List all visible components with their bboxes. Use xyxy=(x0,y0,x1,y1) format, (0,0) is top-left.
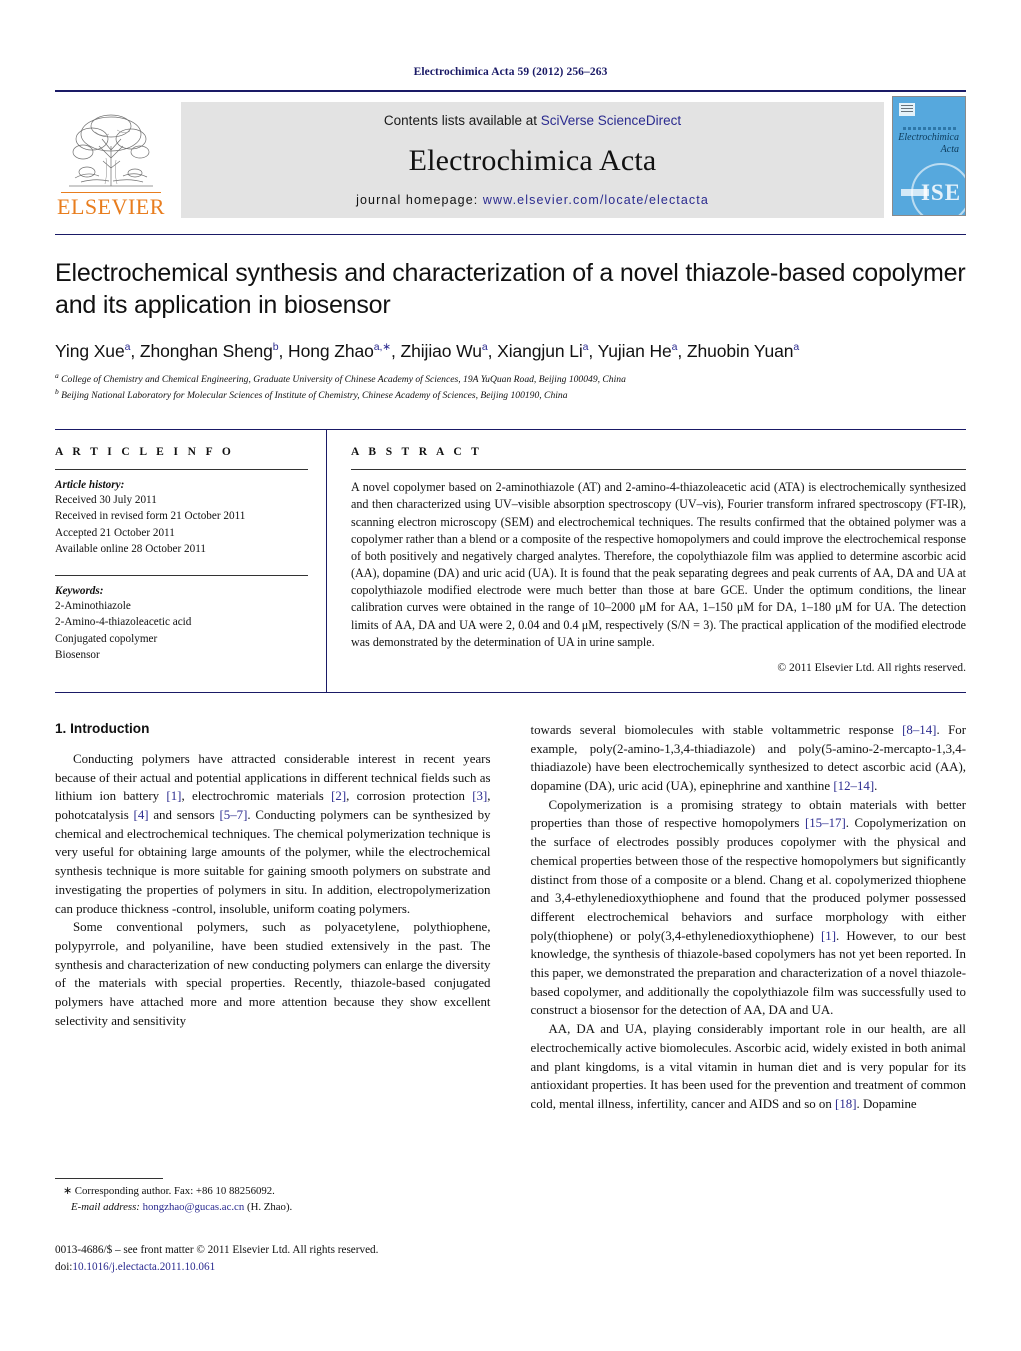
keyword-item: Conjugated copolymer xyxy=(55,632,158,645)
journal-cover-thumbnail: Electrochimica Acta ISE xyxy=(892,96,966,216)
author-name: Zhijiao Wu xyxy=(400,341,482,361)
citation-reference[interactable]: [2] xyxy=(331,789,346,803)
elsevier-tree-icon xyxy=(69,114,153,187)
cover-title: Electrochimica Acta xyxy=(893,132,959,155)
author-affiliation-marker: a xyxy=(124,341,131,354)
author-list: Ying Xuea, Zhonghan Shengb, Hong Zhaoa,∗… xyxy=(55,341,800,361)
body-left-column: 1. Introduction Conducting polymers have… xyxy=(55,721,491,1114)
footnote-rule xyxy=(55,1178,163,1179)
journal-article-page: Electrochimica Acta 59 (2012) 256–263 EL… xyxy=(0,0,1021,1351)
body-right-column: towards several biomolecules with stable… xyxy=(531,721,967,1114)
citation-reference[interactable]: [4] xyxy=(134,808,149,822)
section-title-introduction: 1. Introduction xyxy=(55,720,150,736)
footnote-block: ∗ Corresponding author. Fax: +86 10 8825… xyxy=(55,1178,475,1215)
imprint-block: 0013-4686/$ – see front matter © 2011 El… xyxy=(55,1242,515,1276)
body-columns: 1. Introduction Conducting polymers have… xyxy=(55,721,966,1114)
elsevier-wordmark: ELSEVIER xyxy=(57,194,165,219)
contents-lists-line: Contents lists available at SciVerse Sci… xyxy=(384,113,681,128)
doi-link[interactable]: 10.1016/j.electacta.2011.10.061 xyxy=(72,1261,215,1273)
affiliation-list: a College of Chemistry and Chemical Engi… xyxy=(55,371,966,403)
abstract-column: A B S T R A C T A novel copolymer based … xyxy=(327,430,966,692)
citation-reference[interactable]: [15–17] xyxy=(805,816,846,830)
article-info-rule xyxy=(55,469,308,471)
paragraph: AA, DA and UA, playing considerably impo… xyxy=(530,1022,967,1111)
doi-label: doi: xyxy=(55,1260,73,1273)
abstract-rule xyxy=(351,469,966,471)
author-affiliation-marker: a,∗ xyxy=(373,341,391,354)
abstract-copyright: © 2011 Elsevier Ltd. All rights reserved… xyxy=(777,660,966,674)
journal-homepage-label: journal homepage: xyxy=(356,193,483,207)
paragraph: Copolymerization is a promising strategy… xyxy=(530,797,967,1018)
citation-reference[interactable]: [18] xyxy=(835,1097,856,1111)
paragraph: towards several biomolecules with stable… xyxy=(530,722,967,794)
article-info-heading: A R T I C L E I N F O xyxy=(55,446,235,459)
journal-homepage-url[interactable]: www.elsevier.com/locate/electacta xyxy=(483,193,709,207)
corresponding-author-marker: ∗ xyxy=(63,1185,73,1197)
article-history-label: Article history: xyxy=(55,479,125,492)
keyword-item: Biosensor xyxy=(55,648,100,661)
author-name: Zhuobin Yuan xyxy=(686,341,794,361)
citation-reference[interactable]: [1] xyxy=(166,789,181,803)
article-history-list: Received 30 July 2011 Received in revise… xyxy=(55,492,308,557)
page-title: Electrochemical synthesis and characteri… xyxy=(55,259,966,319)
keyword-item: 2-Amino-4-thiazoleacetic acid xyxy=(55,616,192,629)
masthead-center-band: Contents lists available at SciVerse Sci… xyxy=(181,102,884,218)
author-affiliation-marker: a xyxy=(481,341,488,354)
author-name: Hong Zhao xyxy=(288,341,374,361)
author-affiliation-marker: a xyxy=(582,341,589,354)
citation-reference[interactable]: [1] xyxy=(821,929,836,943)
keywords-label: Keywords: xyxy=(55,585,104,598)
email-label: E-mail address: xyxy=(71,1200,140,1213)
issn-line: 0013-4686/$ – see front matter © 2011 El… xyxy=(55,1244,379,1256)
author-affiliation-marker: a xyxy=(793,341,800,354)
email-link[interactable]: hongzhao@gucas.ac.cn xyxy=(143,1201,245,1213)
doi-line: doi:10.1016/j.electacta.2011.10.061 xyxy=(55,1259,515,1276)
history-item: Received in revised form 21 October 2011 xyxy=(55,510,246,523)
journal-title: Electrochimica Acta xyxy=(408,143,657,177)
author-name: Ying Xue xyxy=(55,341,125,361)
sciencedirect-link[interactable]: SciVerse ScienceDirect xyxy=(541,113,681,128)
author-name: Zhonghan Sheng xyxy=(139,341,273,361)
email-owner: (H. Zhao). xyxy=(246,1200,293,1213)
abstract-heading: A B S T R A C T xyxy=(351,446,483,459)
history-item: Accepted 21 October 2011 xyxy=(55,526,175,539)
elsevier-logo: ELSEVIER xyxy=(55,92,167,220)
email-note: E-mail address: hongzhao@gucas.ac.cn (H.… xyxy=(55,1200,475,1216)
ise-society-logo-icon: ISE xyxy=(911,163,965,215)
paragraph: Some conventional polymers, such as poly… xyxy=(55,920,491,1028)
author-name: Yujian He xyxy=(597,341,672,361)
keywords-rule xyxy=(55,575,308,577)
affiliation-item: a College of Chemistry and Chemical Engi… xyxy=(55,371,626,386)
paragraph: Conducting polymers have attracted consi… xyxy=(55,751,491,916)
elsevier-logo-rule xyxy=(61,191,161,193)
citation-reference[interactable]: [5–7] xyxy=(219,808,247,822)
corresponding-author-text: Corresponding author. Fax: +86 10 882560… xyxy=(74,1185,275,1197)
citation-reference[interactable]: [12–14] xyxy=(833,779,874,793)
cover-title-line2: Acta xyxy=(940,143,959,155)
author-affiliation-marker: a xyxy=(671,341,678,354)
author-affiliation-marker: b xyxy=(272,341,279,354)
corresponding-author-note: ∗ Corresponding author. Fax: +86 10 8825… xyxy=(55,1184,475,1200)
history-item: Received 30 July 2011 xyxy=(55,494,157,507)
info-abstract-block: A R T I C L E I N F O Article history: R… xyxy=(55,429,966,693)
cover-society-line xyxy=(903,127,957,130)
contents-lists-prefix: Contents lists available at xyxy=(383,113,541,128)
affiliation-item: b Beijing National Laboratory for Molecu… xyxy=(55,387,568,402)
title-divider xyxy=(55,234,966,235)
history-item: Available online 28 October 2011 xyxy=(55,542,206,555)
citation-reference[interactable]: [8–14] xyxy=(902,723,936,737)
affiliation-marker: a xyxy=(55,371,59,380)
abstract-text: A novel copolymer based on 2-aminothiazo… xyxy=(351,480,966,649)
cover-elsevier-mark-icon xyxy=(899,103,915,116)
journal-masthead: ELSEVIER Contents lists available at Sci… xyxy=(55,90,966,220)
affiliation-marker: b xyxy=(55,387,59,397)
journal-homepage-line: journal homepage: www.elsevier.com/locat… xyxy=(356,193,709,207)
citation-reference[interactable]: [3] xyxy=(472,789,487,803)
author-name: Xiangjun Li xyxy=(497,341,583,361)
article-info-column: A R T I C L E I N F O Article history: R… xyxy=(55,430,327,692)
keywords-block: Keywords: 2-Aminothiazole 2-Amino-4-thia… xyxy=(55,575,308,663)
keyword-item: 2-Aminothiazole xyxy=(55,600,131,613)
cover-title-line1: Electrochimica xyxy=(898,132,959,143)
running-head: Electrochimica Acta 59 (2012) 256–263 xyxy=(413,66,608,78)
